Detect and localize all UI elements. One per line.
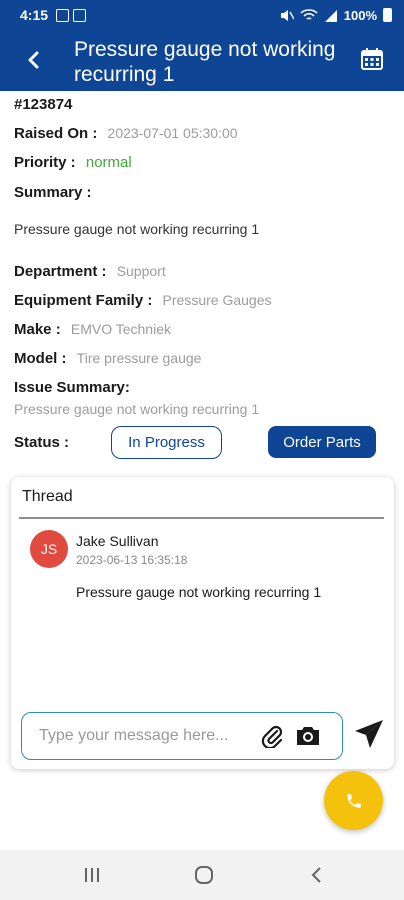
call-button[interactable] (324, 771, 383, 830)
thread-divider (19, 517, 384, 519)
calendar-button[interactable] (360, 47, 386, 73)
gallery-notification-icon (56, 8, 70, 22)
notification-icons (56, 8, 87, 22)
nav-back-button[interactable] (305, 864, 329, 886)
recent-apps-button[interactable] (80, 864, 104, 886)
raised-on-label: Raised On : (14, 125, 98, 142)
app-notification-icon (73, 8, 87, 22)
issue-summary-value: Pressure gauge not working recurring 1 (14, 401, 260, 417)
system-indicators: 100% (280, 8, 392, 23)
make-label: Make : (14, 321, 61, 338)
department-label: Department : (14, 263, 107, 280)
priority-row: Priority : normal (14, 154, 132, 171)
raised-on-row: Raised On : 2023-07-01 05:30:00 (14, 125, 238, 142)
signal-icon (324, 9, 337, 22)
model-row: Model : Tire pressure gauge (14, 350, 201, 367)
message-text: Pressure gauge not working recurring 1 (76, 584, 322, 600)
send-icon (355, 720, 383, 748)
page-title: Pressure gauge not working recurring 1 (74, 38, 336, 86)
priority-label: Priority : (14, 154, 76, 171)
attach-button[interactable] (261, 724, 283, 750)
app-header: 4:15 100% Pressure gauge not working rec… (0, 0, 404, 91)
ticket-id-value: #123874 (14, 96, 73, 113)
avatar: JS (30, 530, 68, 568)
model-label: Model : (14, 350, 67, 367)
equipment-family-label: Equipment Family : (14, 292, 153, 309)
priority-value: normal (85, 154, 132, 171)
status-row: Status : (14, 434, 69, 451)
arrow-left-icon (28, 51, 39, 69)
raised-on-value: 2023-07-01 05:30:00 (107, 125, 238, 141)
issue-summary-row: Issue Summary: (14, 379, 130, 396)
department-value: Support (116, 263, 166, 279)
camera-icon (297, 727, 319, 745)
summary-row: Summary : (14, 184, 92, 201)
status-label: Status : (14, 434, 70, 451)
calendar-icon (361, 48, 383, 70)
department-row: Department : Support (14, 263, 166, 280)
battery-percent: 100% (343, 7, 377, 23)
thread-card: Thread JS Jake Sullivan 2023-06-13 16:35… (11, 477, 394, 769)
wifi-icon (300, 8, 318, 20)
status-time: 4:15 (20, 7, 49, 23)
paperclip-icon (261, 725, 283, 750)
battery-icon (383, 8, 392, 22)
status-badge[interactable]: In Progress (111, 426, 222, 459)
model-value: Tire pressure gauge (76, 350, 202, 366)
recent-apps-icon (85, 868, 99, 882)
message-input-placeholder: Type your message here... (39, 727, 229, 744)
send-button[interactable] (353, 718, 385, 750)
system-nav-bar (0, 850, 404, 900)
summary-label: Summary : (14, 184, 92, 201)
summary-value: Pressure gauge not working recurring 1 (14, 221, 260, 237)
camera-button[interactable] (295, 725, 321, 747)
make-row: Make : EMVO Techniek (14, 321, 171, 338)
mute-icon (280, 9, 294, 21)
issue-summary-label: Issue Summary: (14, 379, 130, 396)
chevron-left-icon (311, 867, 321, 883)
order-parts-button[interactable]: Order Parts (268, 426, 376, 458)
home-button[interactable] (192, 864, 216, 886)
equipment-family-value: Pressure Gauges (162, 292, 272, 308)
ticket-id: #123874 (14, 96, 72, 113)
thread-title: Thread (22, 488, 73, 505)
back-button[interactable] (20, 46, 48, 74)
message-input[interactable]: Type your message here... (21, 712, 343, 760)
phone-icon (346, 793, 361, 808)
status-bar: 4:15 100% (0, 0, 404, 30)
message-author: Jake Sullivan (76, 533, 159, 549)
message-timestamp: 2023-06-13 16:35:18 (76, 553, 188, 567)
make-value: EMVO Techniek (70, 321, 171, 337)
equipment-family-row: Equipment Family : Pressure Gauges (14, 292, 271, 309)
home-icon (195, 866, 213, 884)
